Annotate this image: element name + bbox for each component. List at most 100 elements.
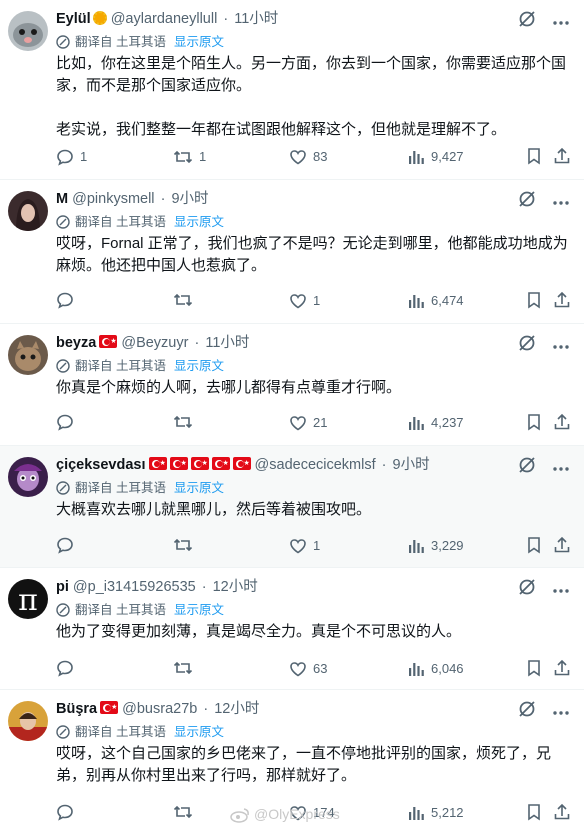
- views-icon: [409, 295, 424, 308]
- timestamp[interactable]: 11小时: [234, 11, 278, 27]
- grok-icon[interactable]: [518, 190, 536, 213]
- user-name[interactable]: beyza: [56, 335, 96, 351]
- bookmark-button[interactable]: [526, 659, 542, 677]
- user-name[interactable]: Büşra: [56, 701, 97, 717]
- avatar[interactable]: [8, 701, 48, 741]
- views-button[interactable]: 9,427: [407, 147, 464, 167]
- tweet-text: 哎呀，Fornal 正常了，我们也疯了不是吗？无论走到哪里，他都能成功地成为麻烦…: [56, 235, 568, 274]
- turkey-flag-icon: ★: [169, 457, 188, 470]
- user-handle[interactable]: @pinkysmell: [72, 191, 154, 207]
- user-handle[interactable]: @p_i31415926535: [73, 579, 196, 595]
- avatar[interactable]: [8, 457, 48, 497]
- user-name[interactable]: çiçeksevdası: [56, 457, 146, 473]
- turkey-flag-icon: ★: [148, 457, 167, 470]
- reply-button[interactable]: [56, 536, 80, 554]
- reply-button[interactable]: [56, 803, 80, 821]
- grok-icon[interactable]: [518, 334, 536, 357]
- like-button[interactable]: 63: [289, 659, 327, 679]
- bookmark-icon: [528, 804, 540, 821]
- avatar[interactable]: [8, 335, 48, 375]
- tweet[interactable]: π pi @p_i31415926535 · 12小时 翻译自 土耳其语 显示原文…: [0, 568, 584, 690]
- share-button[interactable]: [553, 291, 571, 309]
- timestamp[interactable]: 11小时: [205, 335, 249, 351]
- share-button[interactable]: [553, 659, 571, 677]
- reply-button[interactable]: [56, 291, 80, 309]
- retweet-button[interactable]: [173, 413, 199, 431]
- avatar[interactable]: [8, 191, 48, 231]
- timestamp[interactable]: 9小时: [393, 457, 430, 473]
- share-button[interactable]: [553, 803, 571, 821]
- views-button[interactable]: 4,237: [407, 413, 464, 433]
- like-button[interactable]: 1: [289, 291, 320, 311]
- bookmark-icon: [528, 537, 540, 554]
- grok-icon[interactable]: [518, 700, 536, 723]
- user-handle[interactable]: @aylardaneyllull: [111, 11, 218, 27]
- more-options-icon[interactable]: [552, 193, 570, 211]
- bookmark-icon: [528, 660, 540, 677]
- show-original-link[interactable]: 显示原文: [174, 725, 224, 739]
- share-button[interactable]: [553, 413, 571, 431]
- show-original-link[interactable]: 显示原文: [174, 359, 224, 373]
- translation-label: 翻译自 土耳其语: [75, 359, 166, 373]
- reply-button[interactable]: [56, 659, 80, 677]
- avatar-image: π: [8, 579, 48, 619]
- grok-icon[interactable]: [518, 456, 536, 479]
- reply-icon: [57, 149, 73, 166]
- tweet[interactable]: M @pinkysmell · 9小时 翻译自 土耳其语 显示原文 哎呀，Forn…: [0, 180, 584, 324]
- more-options-icon[interactable]: [552, 13, 570, 31]
- watermark: @OlyExpress: [230, 806, 340, 823]
- tweet[interactable]: beyza ★ @Beyzuyr · 11小时 翻译自 土耳其语 显示原文 你真是个…: [0, 324, 584, 446]
- reply-button[interactable]: [56, 413, 80, 431]
- user-name[interactable]: M: [56, 191, 68, 207]
- views-button[interactable]: 6,474: [407, 291, 464, 311]
- bookmark-button[interactable]: [526, 147, 542, 165]
- retweet-button[interactable]: [173, 803, 199, 821]
- user-name[interactable]: pi: [56, 579, 69, 595]
- avatar[interactable]: [8, 11, 48, 51]
- tweet-header: Büşra ★ @busra27b · 12小时: [56, 699, 259, 719]
- tweet-actions: 63 6,046: [56, 659, 578, 679]
- show-original-link[interactable]: 显示原文: [174, 481, 224, 495]
- retweet-button[interactable]: [173, 536, 199, 554]
- more-options-icon[interactable]: [552, 581, 570, 599]
- reply-button[interactable]: 1: [56, 147, 87, 167]
- user-handle[interactable]: @busra27b: [122, 701, 197, 717]
- retweet-button[interactable]: [173, 291, 199, 309]
- share-button[interactable]: [553, 536, 571, 554]
- retweet-button[interactable]: [173, 659, 199, 677]
- bookmark-button[interactable]: [526, 536, 542, 554]
- heart-icon: [290, 150, 306, 165]
- bookmark-button[interactable]: [526, 291, 542, 309]
- user-name[interactable]: Eylül: [56, 11, 91, 27]
- grok-icon[interactable]: [518, 578, 536, 601]
- tweet-header: pi @p_i31415926535 · 12小时: [56, 577, 258, 597]
- like-button[interactable]: 1: [289, 536, 320, 556]
- show-original-link[interactable]: 显示原文: [174, 35, 224, 49]
- grok-icon[interactable]: [518, 10, 536, 33]
- more-options-icon[interactable]: [552, 703, 570, 721]
- tweet-text: 哎呀，这个自己国家的乡巴佬来了，一直不停地批评别的国家，烦死了，兄弟，别再从你村…: [56, 745, 552, 784]
- user-handle[interactable]: @Beyzuyr: [121, 335, 188, 351]
- bookmark-button[interactable]: [526, 413, 542, 431]
- like-button[interactable]: 83: [289, 147, 327, 167]
- tweet[interactable]: çiçeksevdası ★ ★ ★ ★ ★ @sadececicekmlsf · 9小时…: [0, 446, 584, 568]
- views-button[interactable]: 3,229: [407, 536, 464, 556]
- more-options-icon[interactable]: [552, 459, 570, 477]
- views-button[interactable]: 6,046: [407, 659, 464, 679]
- timestamp[interactable]: 12小时: [214, 701, 259, 717]
- more-options-icon[interactable]: [552, 337, 570, 355]
- show-original-link[interactable]: 显示原文: [174, 215, 224, 229]
- retweet-button[interactable]: 1: [173, 147, 206, 167]
- timestamp[interactable]: 9小时: [171, 191, 208, 207]
- user-handle[interactable]: @sadececicekmlsf: [255, 457, 376, 473]
- like-button[interactable]: 21: [289, 413, 327, 433]
- avatar-image: [8, 701, 48, 741]
- share-button[interactable]: [553, 147, 571, 165]
- show-original-link[interactable]: 显示原文: [174, 603, 224, 617]
- tweet[interactable]: Eylül @aylardaneyllull · 11小时 翻译自 土耳其语 显示…: [0, 0, 584, 180]
- timestamp[interactable]: 12小时: [213, 579, 258, 595]
- views-button[interactable]: 5,212: [407, 803, 464, 823]
- avatar[interactable]: π: [8, 579, 48, 619]
- bookmark-button[interactable]: [526, 803, 542, 821]
- heart-icon: [290, 294, 306, 309]
